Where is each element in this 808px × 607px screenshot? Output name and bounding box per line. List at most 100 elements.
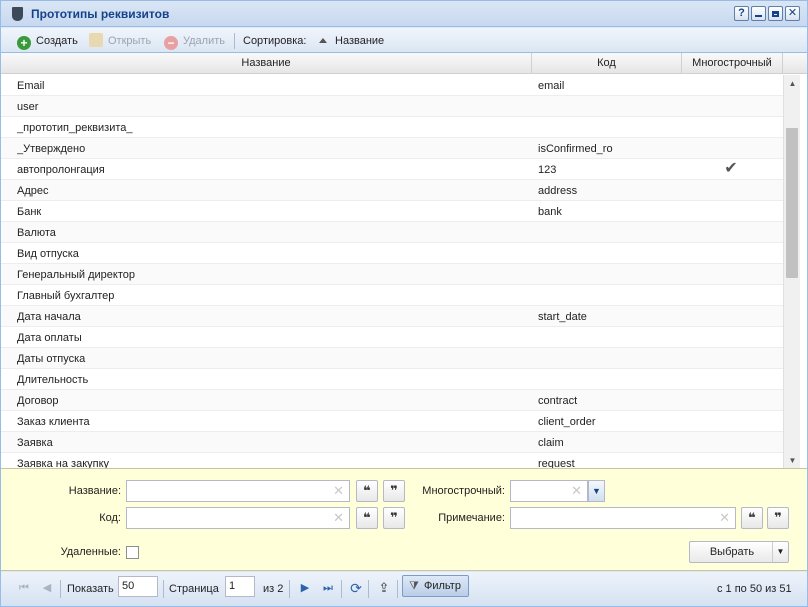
row-code-cell: [538, 348, 678, 368]
table-row[interactable]: Email email: [1, 75, 783, 96]
quote-close-button[interactable]: ❞: [767, 507, 789, 529]
column-header-name[interactable]: Название: [1, 53, 532, 74]
page-number-input[interactable]: 1: [225, 576, 255, 597]
filter-note-label: Примечание:: [438, 512, 505, 524]
filter-toggle-button[interactable]: ⧩ Фильтр: [402, 575, 469, 597]
row-multiline-cell: [681, 390, 781, 410]
table-row[interactable]: Главный бухгалтер: [1, 285, 783, 306]
row-multiline-cell: [681, 201, 781, 221]
clear-icon[interactable]: ✕: [333, 484, 344, 498]
row-name-cell: Вид отпуска: [17, 248, 79, 260]
page-label: Страница: [169, 583, 219, 595]
grid-body: Email email user _прототип_реквизита_ _Утвер…: [1, 75, 783, 468]
paging-summary: с 1 по 50 из 51: [717, 583, 792, 595]
row-code-cell: start_date: [538, 311, 587, 323]
table-row[interactable]: Вид отпуска: [1, 243, 783, 264]
row-code-cell: [538, 243, 678, 263]
prototypes-window: Прототипы реквизитов ? ✕ + Создать Открыт…: [0, 0, 808, 607]
row-multiline-cell: [681, 327, 781, 347]
quote-open-button[interactable]: ❝: [356, 507, 378, 529]
filter-button-label: Фильтр: [424, 580, 461, 592]
pager-separator: [60, 580, 61, 598]
row-multiline-cell: [681, 75, 781, 95]
table-row[interactable]: Адрес address: [1, 180, 783, 201]
create-label: Создать: [36, 35, 78, 47]
table-row[interactable]: Длительность: [1, 369, 783, 390]
minus-circle-icon: −: [164, 36, 178, 50]
table-row[interactable]: Дата начала start_date: [1, 306, 783, 327]
next-page-icon[interactable]: ▶: [296, 579, 314, 597]
table-row[interactable]: Валюта: [1, 222, 783, 243]
quote-close-icon: ❞: [390, 510, 398, 525]
table-row[interactable]: Даты отпуска: [1, 348, 783, 369]
filter-code-input[interactable]: ✕: [126, 507, 350, 529]
row-code-cell: [538, 285, 678, 305]
chevron-down-icon[interactable]: ▼: [772, 542, 788, 562]
table-row[interactable]: автопролонгация 123 ✔: [1, 159, 783, 180]
row-code-cell: [538, 96, 678, 116]
pager-separator: [163, 580, 164, 598]
create-button[interactable]: + Создать: [17, 33, 78, 50]
column-header-multiline[interactable]: Многострочный: [682, 53, 783, 74]
close-button[interactable]: ✕: [785, 6, 800, 21]
sort-asc-icon: [319, 38, 327, 43]
page-size-input[interactable]: 50: [118, 576, 158, 597]
row-multiline-cell: [681, 138, 781, 158]
clear-icon[interactable]: ✕: [571, 484, 582, 498]
delete-button[interactable]: − Удалить: [164, 33, 225, 50]
clear-icon[interactable]: ✕: [333, 511, 344, 525]
scroll-thumb[interactable]: [786, 128, 798, 278]
table-row[interactable]: Дата оплаты: [1, 327, 783, 348]
row-name-cell: _Утверждено: [17, 143, 86, 155]
row-code-cell: bank: [538, 206, 562, 218]
table-row[interactable]: Банк bank: [1, 201, 783, 222]
minimize-button[interactable]: [751, 6, 766, 21]
choose-button[interactable]: Выбрать ▼: [689, 541, 789, 563]
table-row[interactable]: _прототип_реквизита_: [1, 117, 783, 138]
table-row[interactable]: Генеральный директор: [1, 264, 783, 285]
filter-multiline-select[interactable]: ✕: [510, 480, 588, 502]
table-row[interactable]: Заявка на закупку request: [1, 453, 783, 468]
title-bar: Прототипы реквизитов ? ✕: [1, 1, 807, 27]
filter-name-input[interactable]: ✕: [126, 480, 350, 502]
scroll-down-arrow-icon[interactable]: ▼: [784, 454, 801, 468]
maximize-button[interactable]: [768, 6, 783, 21]
grid-scrollbar[interactable]: ▲ ▼: [783, 75, 800, 468]
window-icon: [12, 7, 23, 21]
page-size-label: Показать: [67, 583, 114, 595]
refresh-icon[interactable]: ⟳: [347, 579, 365, 597]
sort-field-button[interactable]: Название: [319, 33, 384, 49]
open-button[interactable]: Открыть: [89, 33, 151, 49]
first-page-icon[interactable]: ⏮: [15, 579, 33, 597]
help-button[interactable]: ?: [734, 6, 749, 21]
paging-toolbar: ⏮ ◀ Показать 50 Страница 1 из 2 ▶ ⏭ ⟳ ⇪ …: [1, 572, 807, 606]
table-row[interactable]: user: [1, 96, 783, 117]
plus-circle-icon: +: [17, 36, 31, 50]
table-row[interactable]: Заявка claim: [1, 432, 783, 453]
quote-open-button[interactable]: ❝: [741, 507, 763, 529]
chevron-down-icon[interactable]: ▼: [588, 480, 605, 502]
filter-note-input[interactable]: ✕: [510, 507, 736, 529]
table-row[interactable]: _Утверждено isConfirmed_ro: [1, 138, 783, 159]
table-row[interactable]: Заказ клиента client_order: [1, 411, 783, 432]
row-multiline-cell: [681, 411, 781, 431]
row-code-cell: email: [538, 80, 565, 92]
filter-code-label: Код:: [99, 512, 121, 524]
open-doc-icon: [89, 33, 103, 47]
row-code-cell: [538, 264, 678, 284]
export-icon[interactable]: ⇪: [375, 579, 393, 597]
last-page-icon[interactable]: ⏭: [319, 579, 337, 597]
prev-page-icon[interactable]: ◀: [38, 579, 56, 597]
column-header-code[interactable]: Код: [532, 53, 682, 74]
clear-icon[interactable]: ✕: [719, 511, 730, 525]
table-row[interactable]: Договор contract: [1, 390, 783, 411]
close-icon: ✕: [787, 7, 798, 19]
row-name-cell: Валюта: [17, 227, 56, 239]
funnel-icon: ⧩: [409, 580, 419, 592]
row-name-cell: Генеральный директор: [17, 269, 135, 281]
quote-open-button[interactable]: ❝: [356, 480, 378, 502]
scroll-up-arrow-icon[interactable]: ▲: [784, 77, 801, 91]
row-name-cell: Заказ клиента: [17, 416, 90, 428]
open-label: Открыть: [108, 35, 152, 47]
deleted-checkbox[interactable]: [126, 546, 139, 559]
